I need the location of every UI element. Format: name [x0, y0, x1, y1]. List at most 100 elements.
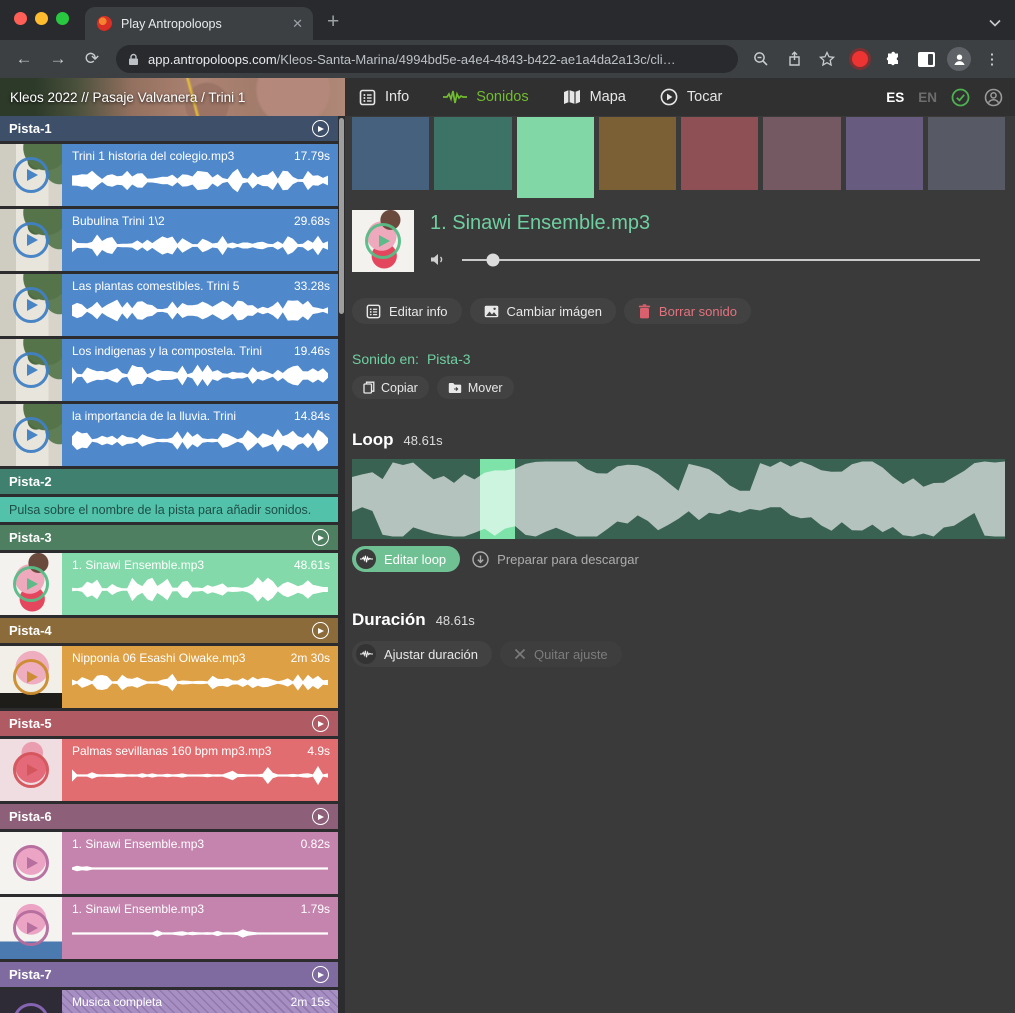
clip-play-icon[interactable]	[13, 417, 49, 453]
track-swatch-6[interactable]	[763, 117, 840, 190]
move-button[interactable]: Mover	[437, 376, 514, 399]
remove-adjust-button[interactable]: Quitar ajuste	[500, 641, 622, 667]
clip-thumbnail[interactable]	[0, 897, 62, 959]
sidebar-scrollbar[interactable]	[338, 116, 345, 1013]
lang-en-button[interactable]: EN	[918, 90, 937, 105]
clip-play-icon[interactable]	[13, 157, 49, 193]
track-header-pista-3[interactable]: Pista-3	[0, 525, 338, 550]
nav-tab-info[interactable]: Info	[359, 89, 409, 106]
nav-tab-mapa[interactable]: Mapa	[563, 89, 626, 105]
bookmark-star-icon[interactable]	[814, 46, 840, 72]
clip-thumbnail[interactable]	[0, 646, 62, 708]
address-bar[interactable]: app.antropoloops.com/Kleos-Santa-Marina/…	[116, 45, 738, 73]
new-tab-button[interactable]: +	[327, 10, 339, 40]
prepare-download-button[interactable]: Preparar para descargar	[472, 551, 639, 568]
zoom-page-icon[interactable]	[748, 46, 774, 72]
volume-icon	[430, 252, 446, 267]
profile-avatar[interactable]	[946, 46, 972, 72]
track-header-pista-4[interactable]: Pista-4	[0, 618, 338, 643]
recording-extension-icon[interactable]	[847, 46, 873, 72]
clip-row[interactable]: Palmas sevillanas 160 bpm mp3.mp34.9s	[0, 739, 338, 801]
loop-waveform[interactable]	[352, 459, 1005, 539]
extensions-puzzle-icon[interactable]	[880, 46, 906, 72]
nav-tab-tocar[interactable]: Tocar	[660, 88, 722, 106]
clip-play-icon[interactable]	[13, 845, 49, 881]
track-swatch-3-selected[interactable]	[517, 117, 594, 198]
clip-thumbnail[interactable]	[0, 832, 62, 894]
track-swatch-2[interactable]	[434, 117, 511, 190]
sound-play-icon[interactable]	[365, 223, 401, 259]
nav-tab-sonidos[interactable]: Sonidos	[443, 89, 528, 105]
tab-search-chevron-icon[interactable]	[989, 14, 1001, 32]
clip-thumbnail[interactable]	[0, 209, 62, 271]
adjust-duration-button[interactable]: Ajustar duración	[352, 641, 492, 667]
clip-row[interactable]: 1. Sinawi Ensemble.mp31.79s	[0, 897, 338, 959]
clip-row[interactable]: Trini 1 historia del colegio.mp317.79s	[0, 144, 338, 206]
track-header-pista-6[interactable]: Pista-6	[0, 804, 338, 829]
change-image-button[interactable]: Cambiar imágen	[470, 298, 616, 324]
track-swatch-5[interactable]	[681, 117, 758, 190]
share-icon[interactable]	[781, 46, 807, 72]
clip-thumbnail[interactable]	[0, 404, 62, 466]
clip-play-icon[interactable]	[13, 752, 49, 788]
browser-menu-icon[interactable]: ⋮	[979, 46, 1005, 72]
track-play-icon[interactable]	[312, 622, 329, 639]
clip-row[interactable]: Nipponia 06 Esashi Oiwake.mp32m 30s	[0, 646, 338, 708]
track-swatch-8[interactable]	[928, 117, 1005, 190]
track-play-icon[interactable]	[312, 966, 329, 983]
track-header-pista-1[interactable]: Pista-1	[0, 116, 338, 141]
clip-row[interactable]: Musica completa2m 15s	[0, 990, 338, 1013]
volume-slider-thumb[interactable]	[487, 253, 500, 266]
sound-location-track-link[interactable]: Pista-3	[427, 351, 471, 367]
clip-play-icon[interactable]	[13, 910, 49, 946]
track-header-pista-5[interactable]: Pista-5	[0, 711, 338, 736]
macos-window-controls[interactable]	[14, 12, 69, 25]
close-window-button[interactable]	[14, 12, 27, 25]
track-play-icon[interactable]	[312, 808, 329, 825]
clip-thumbnail[interactable]	[0, 553, 62, 615]
track-play-icon[interactable]	[312, 715, 329, 732]
clip-play-icon[interactable]	[13, 566, 49, 602]
account-icon[interactable]	[984, 88, 1003, 107]
clip-thumbnail[interactable]	[0, 274, 62, 336]
track-header-pista-2[interactable]: Pista-2	[0, 469, 338, 494]
scrollbar-thumb[interactable]	[339, 118, 344, 314]
forward-button[interactable]: →	[44, 49, 72, 69]
track-play-icon[interactable]	[312, 120, 329, 137]
browser-tab[interactable]: Play Antropoloops ✕	[85, 7, 313, 40]
zoom-window-button[interactable]	[56, 12, 69, 25]
lang-es-button[interactable]: ES	[886, 90, 904, 105]
track-swatch-4[interactable]	[599, 117, 676, 190]
back-button[interactable]: ←	[10, 49, 38, 69]
clip-play-icon[interactable]	[13, 222, 49, 258]
reload-button[interactable]: ⟳	[78, 49, 106, 69]
sound-thumbnail[interactable]	[352, 210, 414, 272]
clip-row[interactable]: la importancia de la lluvia. Trini14.84s	[0, 404, 338, 466]
clip-row[interactable]: Las plantas comestibles. Trini 533.28s	[0, 274, 338, 336]
clip-row-selected[interactable]: 1. Sinawi Ensemble.mp348.61s	[0, 553, 338, 615]
clip-play-icon[interactable]	[13, 287, 49, 323]
project-breadcrumb[interactable]: Kleos 2022 // Pasaje Valvanera / Trini 1	[0, 78, 345, 116]
edit-info-button[interactable]: Editar info	[352, 298, 462, 324]
track-play-icon[interactable]	[312, 529, 329, 546]
clip-thumbnail[interactable]	[0, 739, 62, 801]
clip-thumbnail[interactable]	[0, 339, 62, 401]
volume-slider[interactable]	[462, 259, 980, 261]
edit-loop-button[interactable]: Editar loop	[352, 546, 460, 572]
track-swatch-7[interactable]	[846, 117, 923, 190]
clip-play-icon[interactable]	[13, 352, 49, 388]
clip-row[interactable]: 1. Sinawi Ensemble.mp30.82s	[0, 832, 338, 894]
clip-play-icon[interactable]	[13, 1003, 49, 1013]
clip-thumbnail[interactable]	[0, 990, 62, 1013]
track-swatch-1[interactable]	[352, 117, 429, 190]
clip-thumbnail[interactable]	[0, 144, 62, 206]
track-header-pista-7[interactable]: Pista-7	[0, 962, 338, 987]
side-panel-icon[interactable]	[913, 46, 939, 72]
clip-play-icon[interactable]	[13, 659, 49, 695]
tab-close-icon[interactable]: ✕	[292, 16, 303, 32]
delete-sound-button[interactable]: Borrar sonido	[624, 298, 751, 324]
clip-row[interactable]: Bubulina Trini 1\229.68s	[0, 209, 338, 271]
minimize-window-button[interactable]	[35, 12, 48, 25]
clip-row[interactable]: Los indigenas y la compostela. Trini19.4…	[0, 339, 338, 401]
copy-button[interactable]: Copiar	[352, 376, 429, 399]
